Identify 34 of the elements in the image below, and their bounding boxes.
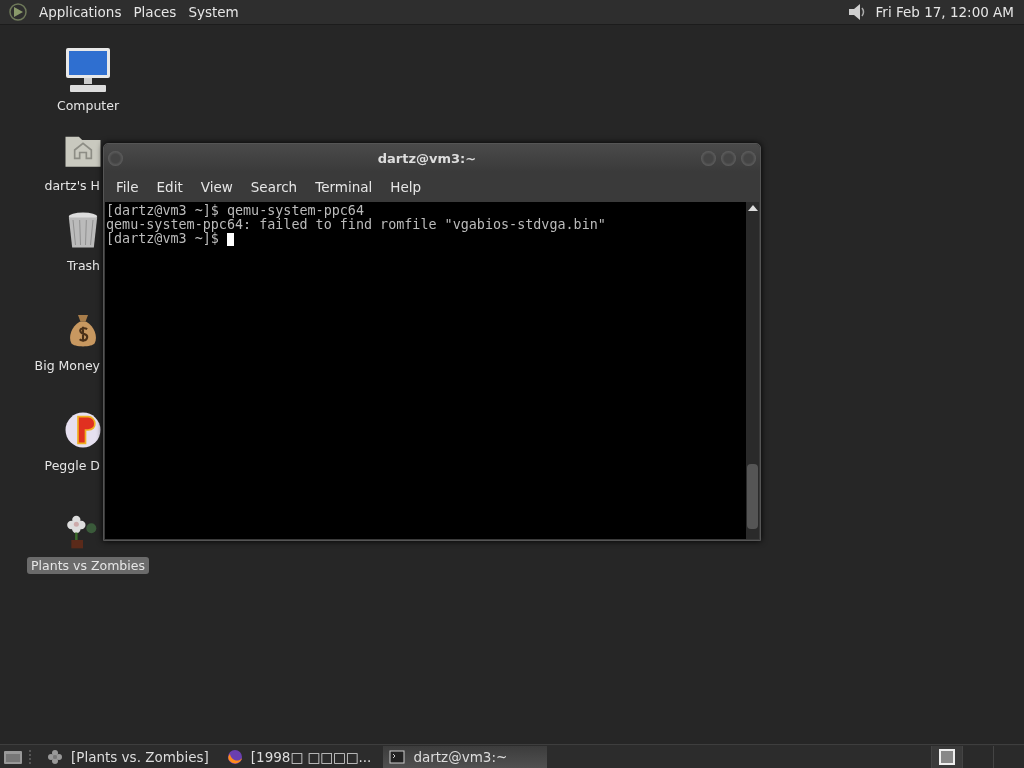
menu-item[interactable]: Help [381,179,431,195]
menu-item[interactable]: Edit [147,179,192,195]
menu-item[interactable]: View [191,179,242,195]
desktop-icon-label[interactable]: Plants vs Zombies [27,557,149,574]
clock[interactable]: Fri Feb 17, 12:00 AM [875,4,1016,20]
menu-logo-icon[interactable] [8,2,28,22]
text-cursor [226,232,234,246]
flower-icon [47,748,63,765]
window-thumbnail [939,748,955,765]
terminal-line: qemu-system-ppc64: failed to find romfile "vgabios-stdvga.bin" [106,218,606,232]
scrollbar-thumb[interactable] [747,464,758,529]
browser-icon [226,748,243,765]
taskbar-button[interactable]: [Plants vs. Zombies] [41,745,217,768]
taskbar-button[interactable]: dartz@vm3:~ [383,745,548,768]
desktop-icon-label[interactable]: Big Money [30,357,104,374]
scrollbar[interactable] [746,202,759,539]
window-title: dartz@vm3:~ [376,150,478,166]
desktop-icon-label[interactable]: Computer [52,97,124,114]
terminal-icon [389,748,406,765]
taskbar-button[interactable]: [1998□ □□□□... [220,745,380,768]
panel-menu[interactable]: System [182,4,245,20]
menu-item[interactable]: File [107,179,148,195]
desktop-icon-label[interactable]: Peggle D [40,457,104,474]
workspace-cell[interactable] [931,745,962,768]
desktop-icon-label[interactable]: dartz's H [40,177,104,194]
menu-item[interactable]: Terminal [306,179,382,195]
panel-menu[interactable]: Places [127,4,183,20]
terminal-line: [dartz@vm3 ~]$ [106,232,219,246]
computer-icon[interactable] [64,46,112,94]
panel-menu[interactable]: Applications [33,4,128,20]
scroll-up-icon[interactable] [747,205,758,211]
menu-item[interactable]: Search [241,179,307,195]
terminal-line: [dartz@vm3 ~]$ qemu-system-ppc64 [106,204,364,218]
desktop-icon-label[interactable]: Trash [62,257,104,274]
